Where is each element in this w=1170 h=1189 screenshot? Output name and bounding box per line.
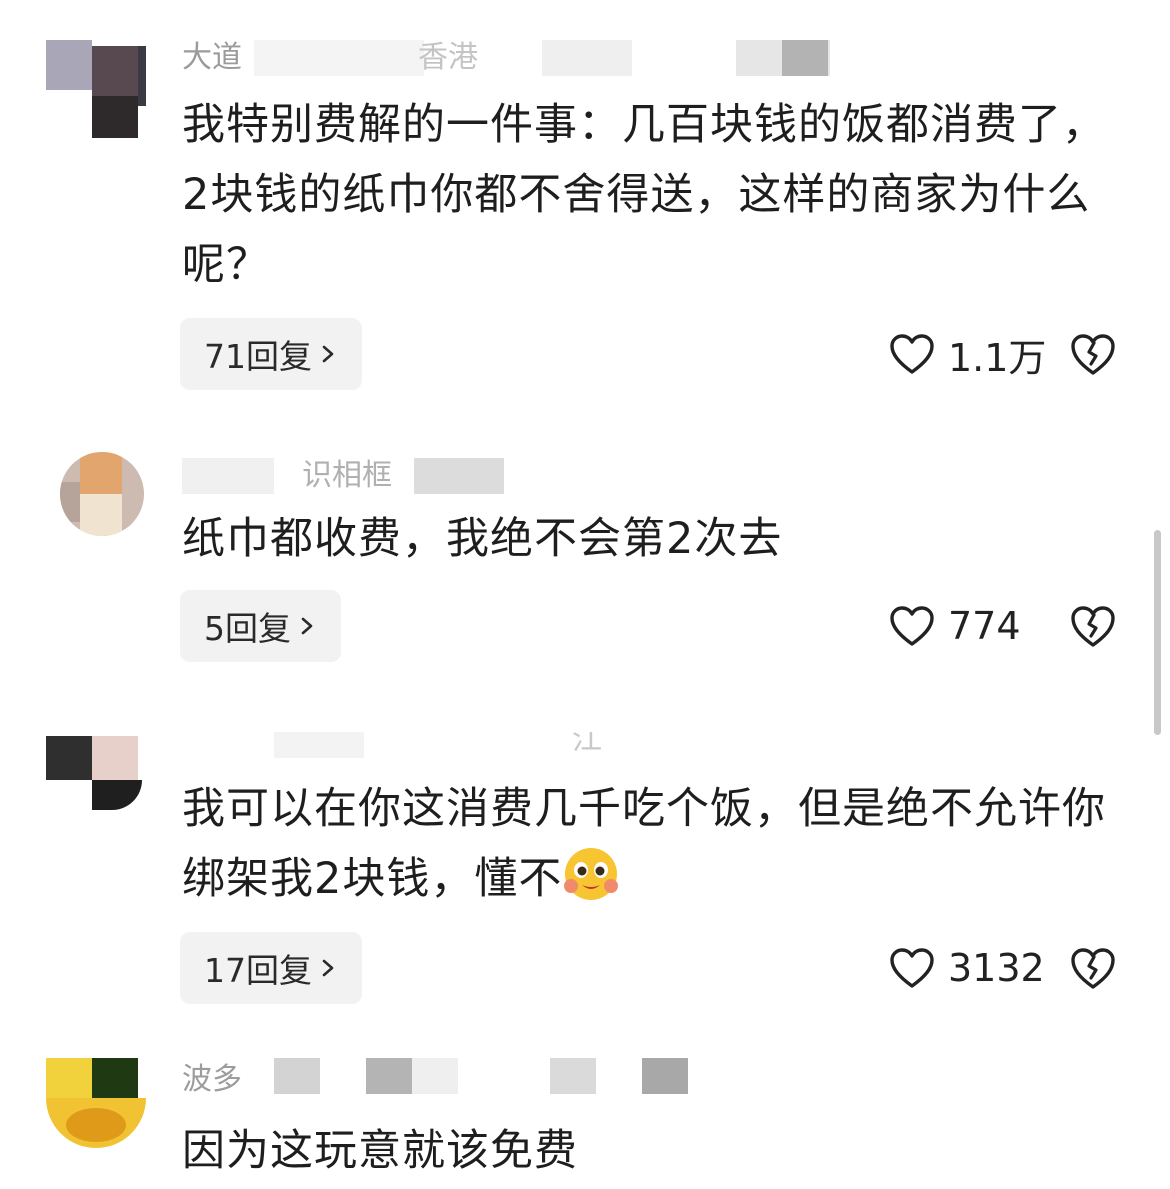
like-button[interactable]: 1.1万 <box>888 318 1046 390</box>
username[interactable]: 大道 <box>182 40 242 75</box>
comment-meta: 江苏 <box>182 732 602 758</box>
comment-text: 我特别费解的一件事：几百块钱的饭都消费了，2块钱的纸巾你都不舍得送，这样的商家为… <box>182 100 1106 290</box>
like-count: 3132 <box>948 946 1045 990</box>
username[interactable]: 识相框 <box>302 458 392 494</box>
dislike-button[interactable] <box>1068 932 1118 1004</box>
avatar[interactable] <box>46 736 142 810</box>
chevron-right-icon <box>301 617 313 635</box>
avatar[interactable] <box>46 40 146 140</box>
dislike-button[interactable] <box>1068 318 1118 390</box>
pleading-face-emoji-icon <box>564 848 619 900</box>
broken-heart-icon <box>1071 606 1115 647</box>
chevron-right-icon <box>322 345 334 363</box>
chevron-right-icon <box>322 959 334 977</box>
username[interactable]: 波多 <box>182 1062 242 1098</box>
location: 江苏 <box>572 732 602 757</box>
like-count: 774 <box>948 604 1021 648</box>
avatar[interactable] <box>60 452 144 536</box>
heart-outline-icon <box>890 334 934 374</box>
broken-heart-icon <box>1071 948 1115 989</box>
scrollbar[interactable] <box>1154 530 1161 735</box>
reply-button[interactable]: 71回复 <box>180 318 362 390</box>
like-button[interactable]: 3132 <box>888 932 1045 1004</box>
comment-meta: 波多 <box>182 1058 702 1098</box>
like-button[interactable]: 774 <box>888 590 1021 662</box>
reply-label: 5回复 <box>204 609 291 648</box>
comment-meta: 大道 香港 <box>182 40 842 76</box>
comment-text: 因为这玩意就该免费 <box>182 1126 578 1176</box>
broken-heart-icon <box>1071 334 1115 375</box>
reply-label: 17回复 <box>204 951 312 990</box>
comment-text-content: 我可以在你这消费几千吃个饭，但是绝不允许你绑架我2块钱，懂不 <box>182 784 1106 904</box>
comment-text: 我可以在你这消费几千吃个饭，但是绝不允许你绑架我2块钱，懂不 <box>182 774 1122 914</box>
comment-text: 纸巾都收费，我绝不会第2次去 <box>182 514 783 564</box>
reply-button[interactable]: 17回复 <box>180 932 362 1004</box>
location: 香港 <box>418 40 478 75</box>
heart-outline-icon <box>890 606 934 646</box>
reply-label: 71回复 <box>204 337 312 376</box>
like-count: 1.1万 <box>948 335 1047 380</box>
dislike-button[interactable] <box>1068 590 1118 662</box>
heart-outline-icon <box>890 948 934 988</box>
comment-meta: 识相框 <box>182 458 512 494</box>
reply-button[interactable]: 5回复 <box>180 590 341 662</box>
avatar[interactable] <box>46 1058 146 1148</box>
